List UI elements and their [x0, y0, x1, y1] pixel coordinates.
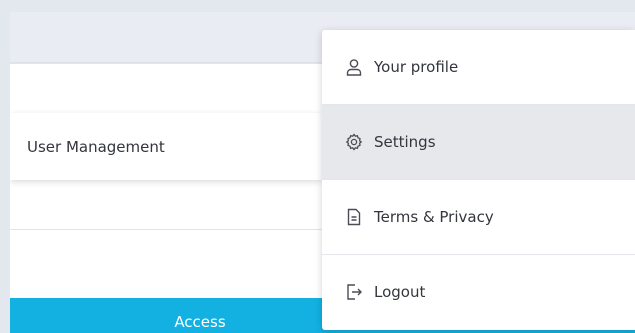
gear-icon: [344, 132, 364, 152]
user-icon: [344, 57, 364, 77]
access-tab-label: Access: [174, 313, 226, 331]
user-dropdown-menu: Your profile Settings Terms & Privacy Lo…: [322, 30, 635, 330]
menu-item-settings[interactable]: Settings: [322, 105, 635, 179]
menu-item-logout[interactable]: Logout: [322, 255, 635, 329]
menu-item-user-management[interactable]: User Management: [10, 113, 322, 180]
document-icon: [344, 207, 364, 227]
menu-item-your-profile[interactable]: Your profile: [322, 30, 635, 104]
menu-item-label: User Management: [27, 137, 165, 156]
menu-item-label: Settings: [374, 133, 436, 151]
logout-icon: [344, 282, 364, 302]
menu-item-label: Logout: [374, 283, 426, 301]
menu-item-terms-privacy[interactable]: Terms & Privacy: [322, 180, 635, 254]
menu-item-label: Your profile: [374, 58, 459, 76]
menu-item-label: Terms & Privacy: [374, 208, 494, 226]
